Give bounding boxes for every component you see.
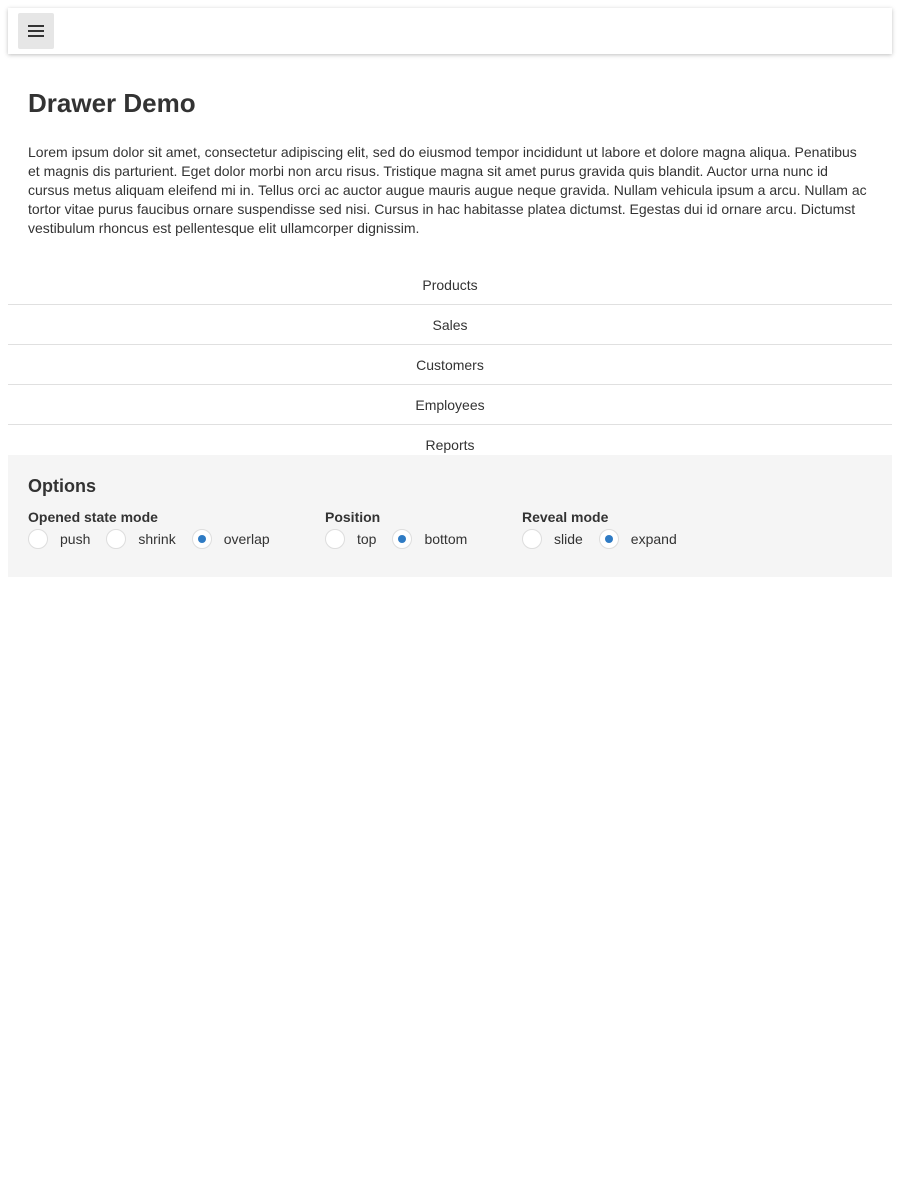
drawer-item-reports[interactable]: Reports [8,425,892,455]
group-label: Position [325,509,381,525]
radio-circle[interactable] [598,529,619,549]
options-panel: Options Opened state mode push shrink ov… [8,455,892,577]
radio-circle[interactable] [106,529,127,549]
radio-label: shrink [138,531,176,547]
radio-circle[interactable] [28,529,48,549]
radio-push[interactable]: push [28,529,90,549]
page-title: Drawer Demo [28,88,196,118]
hamburger-icon [28,25,44,37]
radio-circle[interactable] [325,529,345,549]
radio-label: expand [630,531,677,547]
radio-shrink[interactable]: shrink [106,529,176,549]
drawer: Products Sales Customers Employees Repor… [8,265,892,455]
radio-label: overlap [223,531,270,547]
radio-circle[interactable] [191,529,212,549]
group-label: Reveal mode [522,509,609,525]
position-group: Position top bottom [325,509,483,549]
drawer-item-products[interactable]: Products [8,265,892,305]
intro-paragraph: Lorem ipsum dolor sit amet, consectetur … [28,144,867,236]
radio-top[interactable]: top [325,529,376,549]
radio-label: slide [554,531,583,547]
menu-button[interactable] [18,13,54,49]
options-title: Options [28,476,96,496]
drawer-item-employees[interactable]: Employees [8,385,892,425]
radio-bottom[interactable]: bottom [392,529,467,549]
radio-overlap[interactable]: overlap [191,529,270,549]
radio-label: top [357,531,377,547]
radio-label: bottom [424,531,468,547]
reveal-mode-group: Reveal mode slide expand [522,509,693,549]
main-content: Drawer Demo Lorem ipsum dolor sit amet, … [28,80,870,238]
radio-label: push [60,531,91,547]
group-label: Opened state mode [28,509,158,525]
drawer-item-customers[interactable]: Customers [8,345,892,385]
toolbar [8,8,892,54]
radio-circle[interactable] [522,529,542,549]
radio-circle[interactable] [392,529,413,549]
drawer-item-sales[interactable]: Sales [8,305,892,345]
opened-state-mode-group: Opened state mode push shrink overlap [28,509,286,549]
radio-slide[interactable]: slide [522,529,583,549]
radio-expand[interactable]: expand [598,529,677,549]
